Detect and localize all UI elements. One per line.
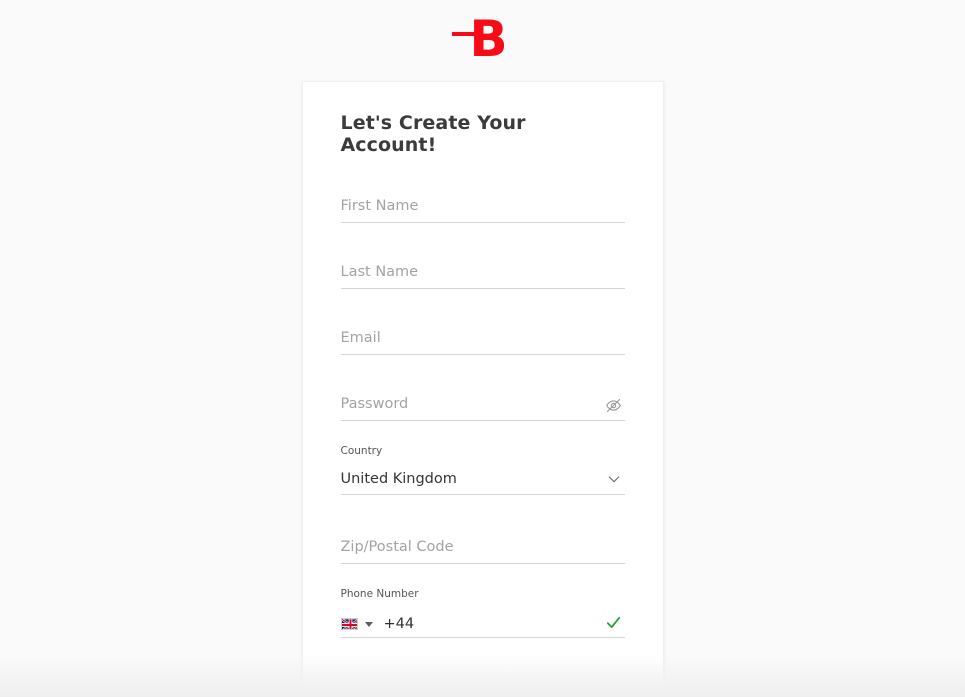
field-country[interactable]: Country United Kingdom [340,445,625,496]
field-last-name[interactable]: Last Name [340,251,625,290]
page-title: Let's Create Your Account! [340,112,526,157]
password-placeholder: Password [340,396,409,413]
green-check-icon [603,611,625,633]
signup-card: Let's Create Your Account! First Name La… [301,81,664,697]
uk-flag-icon [340,618,358,631]
first-name-placeholder: First Name [340,198,419,215]
phone-country-caret-icon [364,621,373,627]
field-first-name[interactable]: First Name [340,185,625,224]
last-name-placeholder: Last Name [340,264,419,281]
brand-b-logo: B [444,9,522,68]
field-email[interactable]: Email [340,317,625,356]
zip-postal-code-placeholder: Zip/Postal Code [340,539,454,556]
logo-letter: B [469,9,508,68]
email-placeholder: Email [340,330,381,347]
brand-header: B [0,0,965,81]
eye-slash-icon[interactable] [603,394,625,416]
date-of-birth-placeholder: Date of Birth [340,684,434,697]
field-date-of-birth[interactable]: Date of Birth [341,671,625,697]
phone-country-selector[interactable]: +44 [340,616,415,633]
signup-page: B Let's Create Your Account! First Name … [0,0,965,697]
country-label: Country [340,445,383,458]
field-phone-number[interactable]: Phone Number +44 [340,588,625,639]
field-password[interactable]: Password [340,383,625,422]
chevron-down-icon[interactable] [603,468,625,490]
field-zip-postal-code[interactable]: Zip/Postal Code [340,526,625,565]
phone-number-label: Phone Number [340,588,419,601]
phone-country-code: +44 [383,616,415,633]
country-value: United Kingdom [340,471,457,488]
